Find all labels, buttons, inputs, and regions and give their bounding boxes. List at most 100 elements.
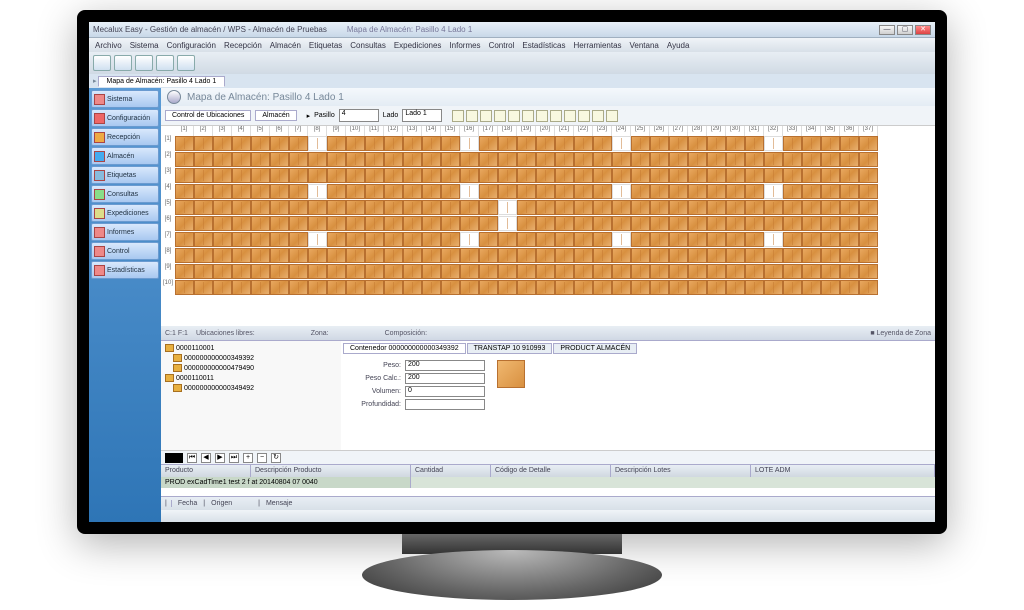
warehouse-slot[interactable] <box>213 136 232 151</box>
warehouse-slot[interactable] <box>441 168 460 183</box>
warehouse-slot[interactable] <box>460 232 479 247</box>
volumen-input[interactable]: 0 <box>405 386 485 397</box>
warehouse-slot[interactable] <box>327 216 346 231</box>
warehouse-slot[interactable] <box>194 264 213 279</box>
warehouse-slot[interactable] <box>669 248 688 263</box>
warehouse-slot[interactable] <box>365 152 384 167</box>
warehouse-slot[interactable] <box>441 280 460 295</box>
warehouse-slot[interactable] <box>707 280 726 295</box>
warehouse-slot[interactable] <box>650 136 669 151</box>
warehouse-slot[interactable] <box>517 280 536 295</box>
sidebar-item-informes[interactable]: Informes <box>91 223 159 241</box>
warehouse-slot[interactable] <box>802 232 821 247</box>
warehouse-slot[interactable] <box>555 264 574 279</box>
warehouse-slot[interactable] <box>460 152 479 167</box>
toolbar-icon[interactable] <box>135 55 153 71</box>
warehouse-slot[interactable] <box>783 248 802 263</box>
warehouse-slot[interactable] <box>783 152 802 167</box>
warehouse-slot[interactable] <box>821 280 840 295</box>
warehouse-slot[interactable] <box>232 248 251 263</box>
warehouse-slot[interactable] <box>346 264 365 279</box>
warehouse-slot[interactable] <box>802 184 821 199</box>
warehouse-slot[interactable] <box>365 264 384 279</box>
sidebar-item-consultas[interactable]: Consultas <box>91 185 159 203</box>
warehouse-slot[interactable] <box>517 152 536 167</box>
warehouse-slot[interactable] <box>650 184 669 199</box>
warehouse-slot[interactable] <box>422 168 441 183</box>
warehouse-slot[interactable] <box>460 184 479 199</box>
warehouse-slot[interactable] <box>441 136 460 151</box>
menu-sistema[interactable]: Sistema <box>130 41 159 50</box>
warehouse-slot[interactable] <box>802 248 821 263</box>
warehouse-slot[interactable] <box>707 152 726 167</box>
warehouse-slot[interactable] <box>574 152 593 167</box>
warehouse-slot[interactable] <box>232 152 251 167</box>
warehouse-slot[interactable] <box>479 152 498 167</box>
mini-toolbar-icon[interactable] <box>606 110 618 122</box>
warehouse-slot[interactable] <box>479 200 498 215</box>
warehouse-slot[interactable] <box>194 152 213 167</box>
warehouse-slot[interactable] <box>346 200 365 215</box>
warehouse-slot[interactable] <box>270 168 289 183</box>
warehouse-slot[interactable] <box>403 248 422 263</box>
warehouse-slot[interactable] <box>403 152 422 167</box>
warehouse-slot[interactable] <box>327 248 346 263</box>
warehouse-slot[interactable] <box>270 152 289 167</box>
warehouse-slot[interactable] <box>764 264 783 279</box>
warehouse-slot[interactable] <box>251 168 270 183</box>
warehouse-slot[interactable] <box>631 168 650 183</box>
warehouse-slot[interactable] <box>802 280 821 295</box>
maximize-button[interactable]: ▢ <box>897 25 913 35</box>
warehouse-slot[interactable] <box>517 216 536 231</box>
warehouse-slot[interactable] <box>346 280 365 295</box>
sidebar-item-recepcion[interactable]: Recepción <box>91 128 159 146</box>
warehouse-slot[interactable] <box>688 168 707 183</box>
warehouse-slot[interactable] <box>308 248 327 263</box>
warehouse-slot[interactable] <box>631 216 650 231</box>
warehouse-slot[interactable] <box>688 216 707 231</box>
menu-herramientas[interactable]: Herramientas <box>574 41 622 50</box>
toolbar-icon[interactable] <box>177 55 195 71</box>
warehouse-slot[interactable] <box>859 232 878 247</box>
warehouse-slot[interactable] <box>194 184 213 199</box>
warehouse-slot[interactable] <box>612 280 631 295</box>
warehouse-slot[interactable] <box>555 248 574 263</box>
warehouse-slot[interactable] <box>821 248 840 263</box>
warehouse-slot[interactable] <box>365 136 384 151</box>
warehouse-slot[interactable] <box>251 216 270 231</box>
warehouse-slot[interactable] <box>365 248 384 263</box>
warehouse-slot[interactable] <box>726 136 745 151</box>
warehouse-slot[interactable] <box>574 280 593 295</box>
warehouse-slot[interactable] <box>422 264 441 279</box>
warehouse-slot[interactable] <box>536 168 555 183</box>
warehouse-slot[interactable] <box>327 232 346 247</box>
warehouse-slot[interactable] <box>726 184 745 199</box>
warehouse-slot[interactable] <box>688 184 707 199</box>
warehouse-slot[interactable] <box>821 152 840 167</box>
warehouse-slot[interactable] <box>327 184 346 199</box>
warehouse-slot[interactable] <box>859 168 878 183</box>
warehouse-slot[interactable] <box>517 264 536 279</box>
warehouse-slot[interactable] <box>707 264 726 279</box>
warehouse-slot[interactable] <box>479 280 498 295</box>
warehouse-slot[interactable] <box>517 136 536 151</box>
warehouse-slot[interactable] <box>213 168 232 183</box>
warehouse-slot[interactable] <box>631 280 650 295</box>
warehouse-slot[interactable] <box>840 168 859 183</box>
warehouse-slot[interactable] <box>422 184 441 199</box>
warehouse-slot[interactable] <box>859 152 878 167</box>
warehouse-slot[interactable] <box>460 168 479 183</box>
warehouse-slot[interactable] <box>479 168 498 183</box>
warehouse-slot[interactable] <box>650 168 669 183</box>
menu-recepcion[interactable]: Recepción <box>224 41 262 50</box>
warehouse-slot[interactable] <box>669 152 688 167</box>
warehouse-slot[interactable] <box>631 136 650 151</box>
warehouse-slot[interactable] <box>707 232 726 247</box>
warehouse-slot[interactable] <box>270 232 289 247</box>
warehouse-slot[interactable] <box>517 200 536 215</box>
warehouse-slot[interactable] <box>270 248 289 263</box>
warehouse-slot[interactable] <box>612 216 631 231</box>
lado-select[interactable]: Lado 1 <box>402 109 442 122</box>
warehouse-slot[interactable] <box>536 248 555 263</box>
warehouse-slot[interactable] <box>346 232 365 247</box>
